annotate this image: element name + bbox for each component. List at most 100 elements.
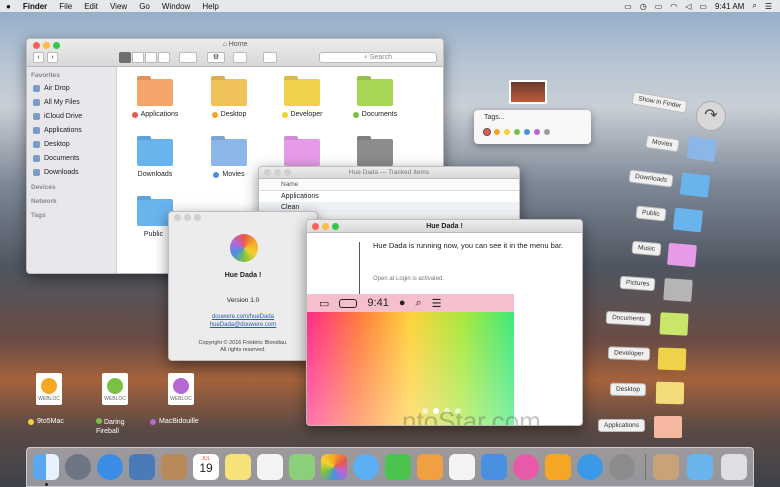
folder-applications[interactable]: [137, 79, 173, 106]
yellow-tag-swatch[interactable]: [504, 129, 510, 135]
battery-icon[interactable]: ▭: [699, 2, 707, 11]
volume-icon[interactable]: ◁: [685, 2, 691, 11]
menu-file[interactable]: File: [53, 2, 78, 11]
stack-item-label[interactable]: Pictures: [619, 275, 656, 292]
notification-center-icon[interactable]: ☰: [765, 2, 772, 11]
tag-button[interactable]: [263, 52, 277, 63]
close-button[interactable]: [264, 169, 271, 176]
action-gear-icon[interactable]: ⚙: [207, 52, 225, 63]
zoom-button[interactable]: [194, 214, 201, 221]
menu-app-name[interactable]: Finder: [17, 2, 53, 11]
messages-icon[interactable]: [353, 454, 379, 480]
sidebar-devices-heading[interactable]: Devices: [27, 179, 116, 193]
airplay-icon[interactable]: ▭: [655, 2, 663, 11]
calendar-icon[interactable]: JUL 19: [193, 454, 219, 480]
contacts-icon[interactable]: [161, 454, 187, 480]
icon-view-button[interactable]: [119, 52, 131, 63]
folder-movies[interactable]: [211, 139, 247, 166]
close-button[interactable]: [312, 223, 319, 230]
pages-icon[interactable]: [417, 454, 443, 480]
stack-folder-desktop[interactable]: [655, 381, 685, 405]
tags-field[interactable]: Tags...: [484, 114, 505, 121]
folder-music[interactable]: [284, 139, 320, 166]
stack-folder-music[interactable]: [667, 242, 697, 268]
photos-icon[interactable]: [321, 454, 347, 480]
sidebar-network-heading[interactable]: Network: [27, 193, 116, 207]
desktop-file-macbidouille[interactable]: WEBLOC: [168, 373, 194, 405]
column-header-name[interactable]: Name: [259, 179, 519, 191]
orange-tag-swatch[interactable]: [494, 129, 500, 135]
arrange-button[interactable]: [179, 52, 197, 63]
folder-documents[interactable]: [357, 79, 393, 106]
stack-item-label[interactable]: Downloads: [628, 169, 674, 188]
ibooks-icon[interactable]: [545, 454, 571, 480]
folder-downloads[interactable]: [137, 139, 173, 166]
safari-icon[interactable]: [97, 454, 123, 480]
finder-icon[interactable]: [33, 454, 59, 480]
system-preferences-icon[interactable]: [609, 454, 635, 480]
menu-view[interactable]: View: [104, 2, 133, 11]
folder-developer[interactable]: [284, 79, 320, 106]
sidebar-item-applications[interactable]: Applications: [27, 123, 116, 137]
stack-folder-documents[interactable]: [659, 312, 689, 336]
minimize-button[interactable]: [274, 169, 281, 176]
sidebar-item-airdrop[interactable]: Air Drop: [27, 81, 116, 95]
stack-item-label[interactable]: Movies: [645, 134, 680, 153]
menu-window[interactable]: Window: [156, 2, 196, 11]
stack-folder-applications[interactable]: [654, 416, 682, 438]
purple-tag-swatch[interactable]: [534, 129, 540, 135]
stack-item-label[interactable]: Music: [631, 240, 662, 257]
numbers-icon[interactable]: [449, 454, 475, 480]
stack-folder-downloads[interactable]: [679, 172, 711, 198]
stack-item-label[interactable]: Public: [635, 205, 667, 222]
menu-clock[interactable]: 9:41 AM: [715, 2, 744, 11]
itunes-icon[interactable]: [513, 454, 539, 480]
sidebar-item-icloud-drive[interactable]: iCloud Drive: [27, 109, 116, 123]
list-view-button[interactable]: [132, 52, 144, 63]
email-link[interactable]: hueDada@douwere.com: [169, 322, 317, 328]
stack-item-label[interactable]: Applications: [598, 419, 646, 432]
stack-item-label[interactable]: Desktop: [609, 382, 646, 397]
minimize-button[interactable]: [184, 214, 191, 221]
column-view-button[interactable]: [145, 52, 157, 63]
downloads-stack-icon[interactable]: [687, 454, 713, 480]
blue-tag-swatch[interactable]: [524, 129, 530, 135]
photo-icon[interactable]: [129, 454, 155, 480]
launchpad-icon[interactable]: [65, 454, 91, 480]
cover-flow-button[interactable]: [158, 52, 170, 63]
sidebar-item-all-my-files[interactable]: All My Files: [27, 95, 116, 109]
zoom-button[interactable]: [284, 169, 291, 176]
app-store-icon[interactable]: [577, 454, 603, 480]
menu-go[interactable]: Go: [133, 2, 156, 11]
trash-icon[interactable]: [721, 454, 747, 480]
search-input[interactable]: ⌕ Search: [319, 52, 437, 63]
gray-tag-swatch[interactable]: [544, 129, 550, 135]
desktop-file-daring-fireball[interactable]: WEBLOC: [102, 373, 128, 405]
stack-item-label[interactable]: Developer: [607, 346, 650, 361]
minimize-button[interactable]: [322, 223, 329, 230]
stack-folder-developer[interactable]: [657, 347, 687, 371]
back-button[interactable]: ‹: [33, 52, 44, 63]
desktop-file-9to5mac[interactable]: WEBLOC: [36, 373, 62, 405]
reminders-icon[interactable]: [257, 454, 283, 480]
maps-icon[interactable]: [289, 454, 315, 480]
red-tag-swatch[interactable]: [484, 129, 490, 135]
spotlight-icon[interactable]: ⌕: [752, 1, 756, 11]
close-button[interactable]: [174, 214, 181, 221]
green-tag-swatch[interactable]: [514, 129, 520, 135]
facetime-icon[interactable]: [385, 454, 411, 480]
share-button[interactable]: [233, 52, 247, 63]
forward-button[interactable]: ›: [47, 52, 58, 63]
folder-desktop[interactable]: [211, 79, 247, 106]
apple-menu-icon[interactable]: ●: [0, 2, 17, 11]
wifi-icon[interactable]: ◠: [670, 2, 677, 11]
folder-pictures[interactable]: [357, 139, 393, 166]
stack-arrow-icon[interactable]: ↷: [696, 101, 726, 131]
sidebar-item-documents[interactable]: Documents: [27, 151, 116, 165]
stack-folder-pictures[interactable]: [663, 278, 693, 302]
stack-folder-movies[interactable]: [686, 136, 718, 162]
zoom-button[interactable]: [332, 223, 339, 230]
menu-edit[interactable]: Edit: [78, 2, 104, 11]
stack-item-label[interactable]: Documents: [605, 310, 652, 327]
show-in-finder-button[interactable]: Show in Finder: [631, 91, 689, 114]
